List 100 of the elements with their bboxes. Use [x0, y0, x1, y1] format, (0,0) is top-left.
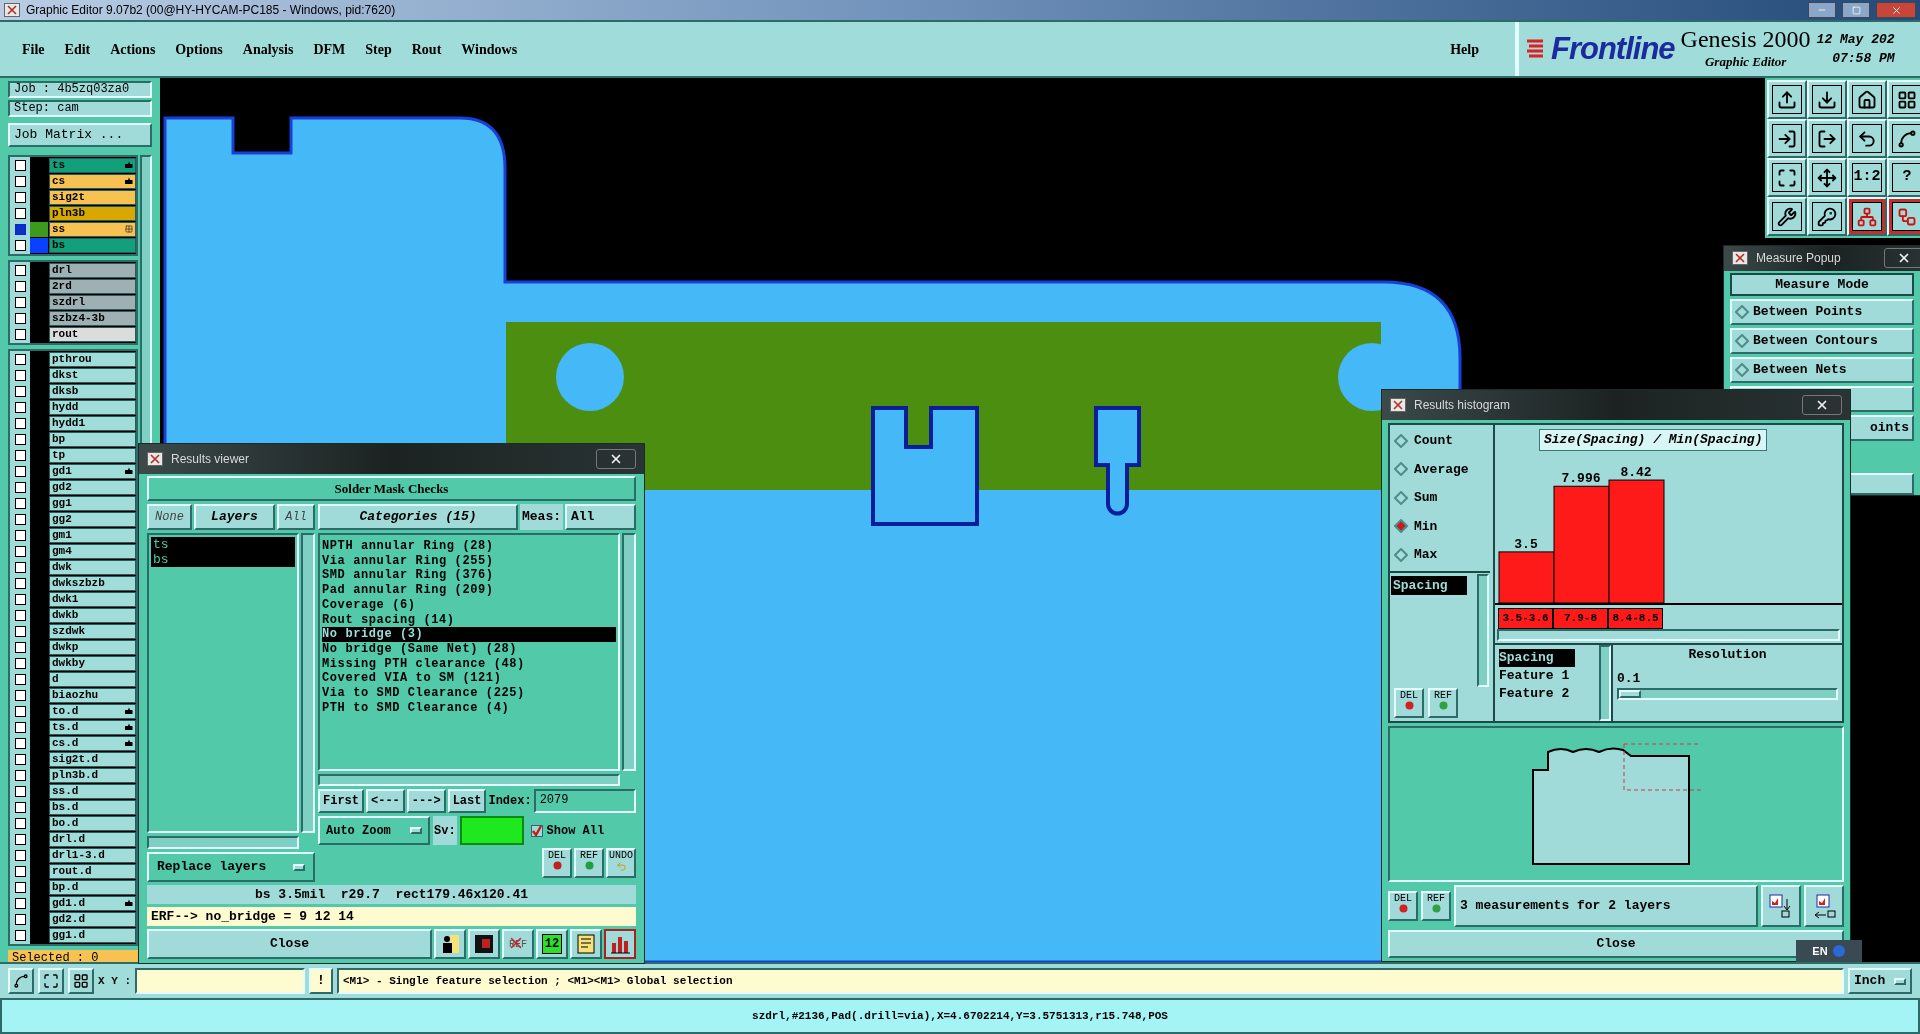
- layer-checkbox[interactable]: [14, 529, 26, 541]
- layer-name[interactable]: rout.d: [49, 863, 136, 879]
- slider-thumb[interactable]: [1619, 690, 1641, 698]
- layer-name[interactable]: ss.d: [49, 783, 136, 799]
- layer-name[interactable]: gm1: [49, 527, 136, 543]
- warning-button[interactable]: !: [309, 968, 333, 994]
- layer-checkbox[interactable]: [14, 577, 26, 589]
- layer-name[interactable]: gg1: [49, 495, 136, 511]
- layer-checkbox[interactable]: [14, 785, 26, 797]
- layer-checkbox[interactable]: [14, 705, 26, 717]
- layer-name[interactable]: drl1-3.d: [49, 847, 136, 863]
- layer-name[interactable]: drl.d: [49, 831, 136, 847]
- layer-checkbox[interactable]: [14, 369, 26, 381]
- layer-name[interactable]: bp.d: [49, 879, 136, 895]
- layer-checkbox[interactable]: [14, 721, 26, 733]
- layer-name[interactable]: sig2t.d: [49, 751, 136, 767]
- chart-export-button[interactable]: [1761, 885, 1801, 927]
- toolbar-button[interactable]: [1807, 197, 1847, 236]
- toolbar-button[interactable]: [1847, 197, 1887, 236]
- layer-checkbox[interactable]: [14, 673, 26, 685]
- layer-name[interactable]: d: [49, 671, 136, 687]
- navigation-button[interactable]: Last: [447, 789, 487, 813]
- layer-name[interactable]: dwkby: [49, 655, 136, 671]
- meas-dropdown[interactable]: All: [565, 504, 636, 530]
- all-button[interactable]: All: [277, 504, 315, 530]
- navigation-button[interactable]: <---: [366, 789, 405, 813]
- job-matrix-button[interactable]: Job Matrix ...: [8, 123, 152, 147]
- list-item[interactable]: No bridge (3): [322, 627, 616, 642]
- scrollbar[interactable]: [1599, 645, 1611, 721]
- menu-item[interactable]: Actions: [110, 38, 156, 60]
- layer-name[interactable]: dwk: [49, 559, 136, 575]
- list-item[interactable]: Feature 2: [1499, 685, 1575, 703]
- layer-name[interactable]: dwkszbzb: [49, 575, 136, 591]
- layer-checkbox[interactable]: [14, 833, 26, 845]
- layer-checkbox[interactable]: [14, 769, 26, 781]
- histogram-bar[interactable]: [1498, 551, 1555, 603]
- list-item[interactable]: PTH to SMD Clearance (4): [322, 700, 616, 716]
- list-item[interactable]: No bridge (Same Net) (28): [322, 641, 616, 657]
- layer-checkbox[interactable]: [14, 191, 26, 203]
- layer-name[interactable]: ss: [49, 221, 136, 237]
- layer-checkbox[interactable]: [14, 481, 26, 493]
- layer-name[interactable]: hydd: [49, 399, 136, 415]
- layer-checkbox[interactable]: [14, 497, 26, 509]
- layer-name[interactable]: gd1.d: [49, 895, 136, 911]
- layer-checkbox[interactable]: [14, 817, 26, 829]
- layer-checkbox[interactable]: [14, 865, 26, 877]
- layer-name[interactable]: pthrou: [49, 351, 136, 367]
- layer-checkbox[interactable]: [14, 353, 26, 365]
- navigation-button[interactable]: First: [318, 789, 364, 813]
- tool-button[interactable]: DEL: [542, 848, 572, 878]
- menu-item[interactable]: File: [22, 38, 45, 60]
- list-item[interactable]: bs: [151, 552, 295, 567]
- layer-checkbox[interactable]: [14, 545, 26, 557]
- checkbox[interactable]: [530, 824, 543, 837]
- close-button[interactable]: [1884, 248, 1920, 269]
- layer-name[interactable]: 2rd: [49, 278, 136, 294]
- close-button[interactable]: Close: [147, 929, 432, 959]
- layer-checkbox[interactable]: [14, 433, 26, 445]
- tool-button[interactable]: REF: [574, 848, 604, 878]
- auto-zoom-dropdown[interactable]: Auto Zoom: [318, 816, 430, 845]
- list-item[interactable]: SMD annular Ring (376): [322, 568, 616, 584]
- layer-checkbox[interactable]: [14, 159, 26, 171]
- resolution-slider[interactable]: [1617, 688, 1838, 700]
- layer-checkbox[interactable]: [14, 609, 26, 621]
- chart-import-button[interactable]: [1804, 885, 1844, 927]
- toolbar-button[interactable]: ?: [1887, 158, 1920, 197]
- layer-checkbox[interactable]: [14, 641, 26, 653]
- scrollbar[interactable]: [1497, 629, 1840, 641]
- layer-name[interactable]: sig2t: [49, 189, 136, 205]
- none-button[interactable]: None: [147, 504, 192, 530]
- sv-color-dropdown[interactable]: [459, 816, 524, 845]
- layer-checkbox[interactable]: [14, 223, 26, 235]
- menu-item[interactable]: Step: [365, 38, 392, 60]
- menu-item[interactable]: Rout: [411, 38, 442, 60]
- layer-name[interactable]: cs.d: [49, 735, 136, 751]
- radio-button[interactable]: [1394, 547, 1408, 562]
- layer-name[interactable]: gg2: [49, 511, 136, 527]
- toolbar-button[interactable]: [1767, 158, 1807, 197]
- list-item[interactable]: Via annular Ring (255): [322, 553, 616, 569]
- list-item[interactable]: Via to SMD Clearance (225): [322, 686, 616, 701]
- layer-checkbox[interactable]: [14, 207, 26, 219]
- layer-name[interactable]: szbz4-3b: [49, 310, 136, 326]
- close-button[interactable]: [1802, 395, 1842, 415]
- radio-button[interactable]: [1394, 433, 1408, 448]
- layer-name[interactable]: dkst: [49, 367, 136, 383]
- maximize-button[interactable]: [1842, 2, 1870, 18]
- histogram-bar[interactable]: [1608, 479, 1665, 603]
- layer-checkbox[interactable]: [14, 929, 26, 941]
- radio-button[interactable]: [1735, 363, 1749, 377]
- replace-layers-dropdown[interactable]: Replace layers: [147, 852, 315, 882]
- list-item[interactable]: Covered VIA to SM (121): [322, 671, 616, 687]
- layer-checkbox[interactable]: [14, 264, 26, 276]
- layer-name[interactable]: ts: [49, 157, 136, 173]
- layer-name[interactable]: to.d: [49, 703, 136, 719]
- layer-name[interactable]: dksb: [49, 383, 136, 399]
- undo-button[interactable]: UNDO: [606, 848, 636, 878]
- tool-button[interactable]: DEL: [1394, 688, 1424, 718]
- layer-name[interactable]: hydd1: [49, 415, 136, 431]
- layer-checkbox[interactable]: [14, 897, 26, 909]
- tool-button[interactable]: REF: [1428, 688, 1458, 718]
